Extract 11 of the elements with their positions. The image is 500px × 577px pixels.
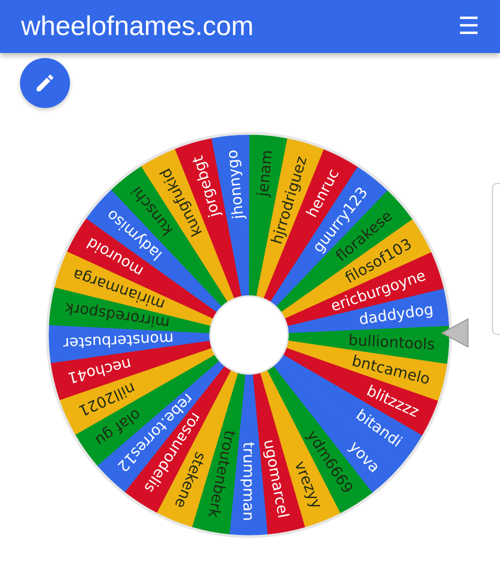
edit-button[interactable] [20,58,70,108]
wheel-name: jhonnygo [222,148,248,220]
menu-button[interactable]: ☰ [458,12,480,41]
wheel-name: trumpman [239,442,258,522]
pencil-icon [34,72,56,94]
wheel-name: jenam [254,149,276,198]
wheel-name: bulliontools [348,331,436,354]
name-wheel[interactable] [44,130,454,540]
site-title: wheelofnames.com [21,11,254,42]
pointer-icon [440,316,470,350]
wheel-name: monsterbuster [62,329,174,352]
